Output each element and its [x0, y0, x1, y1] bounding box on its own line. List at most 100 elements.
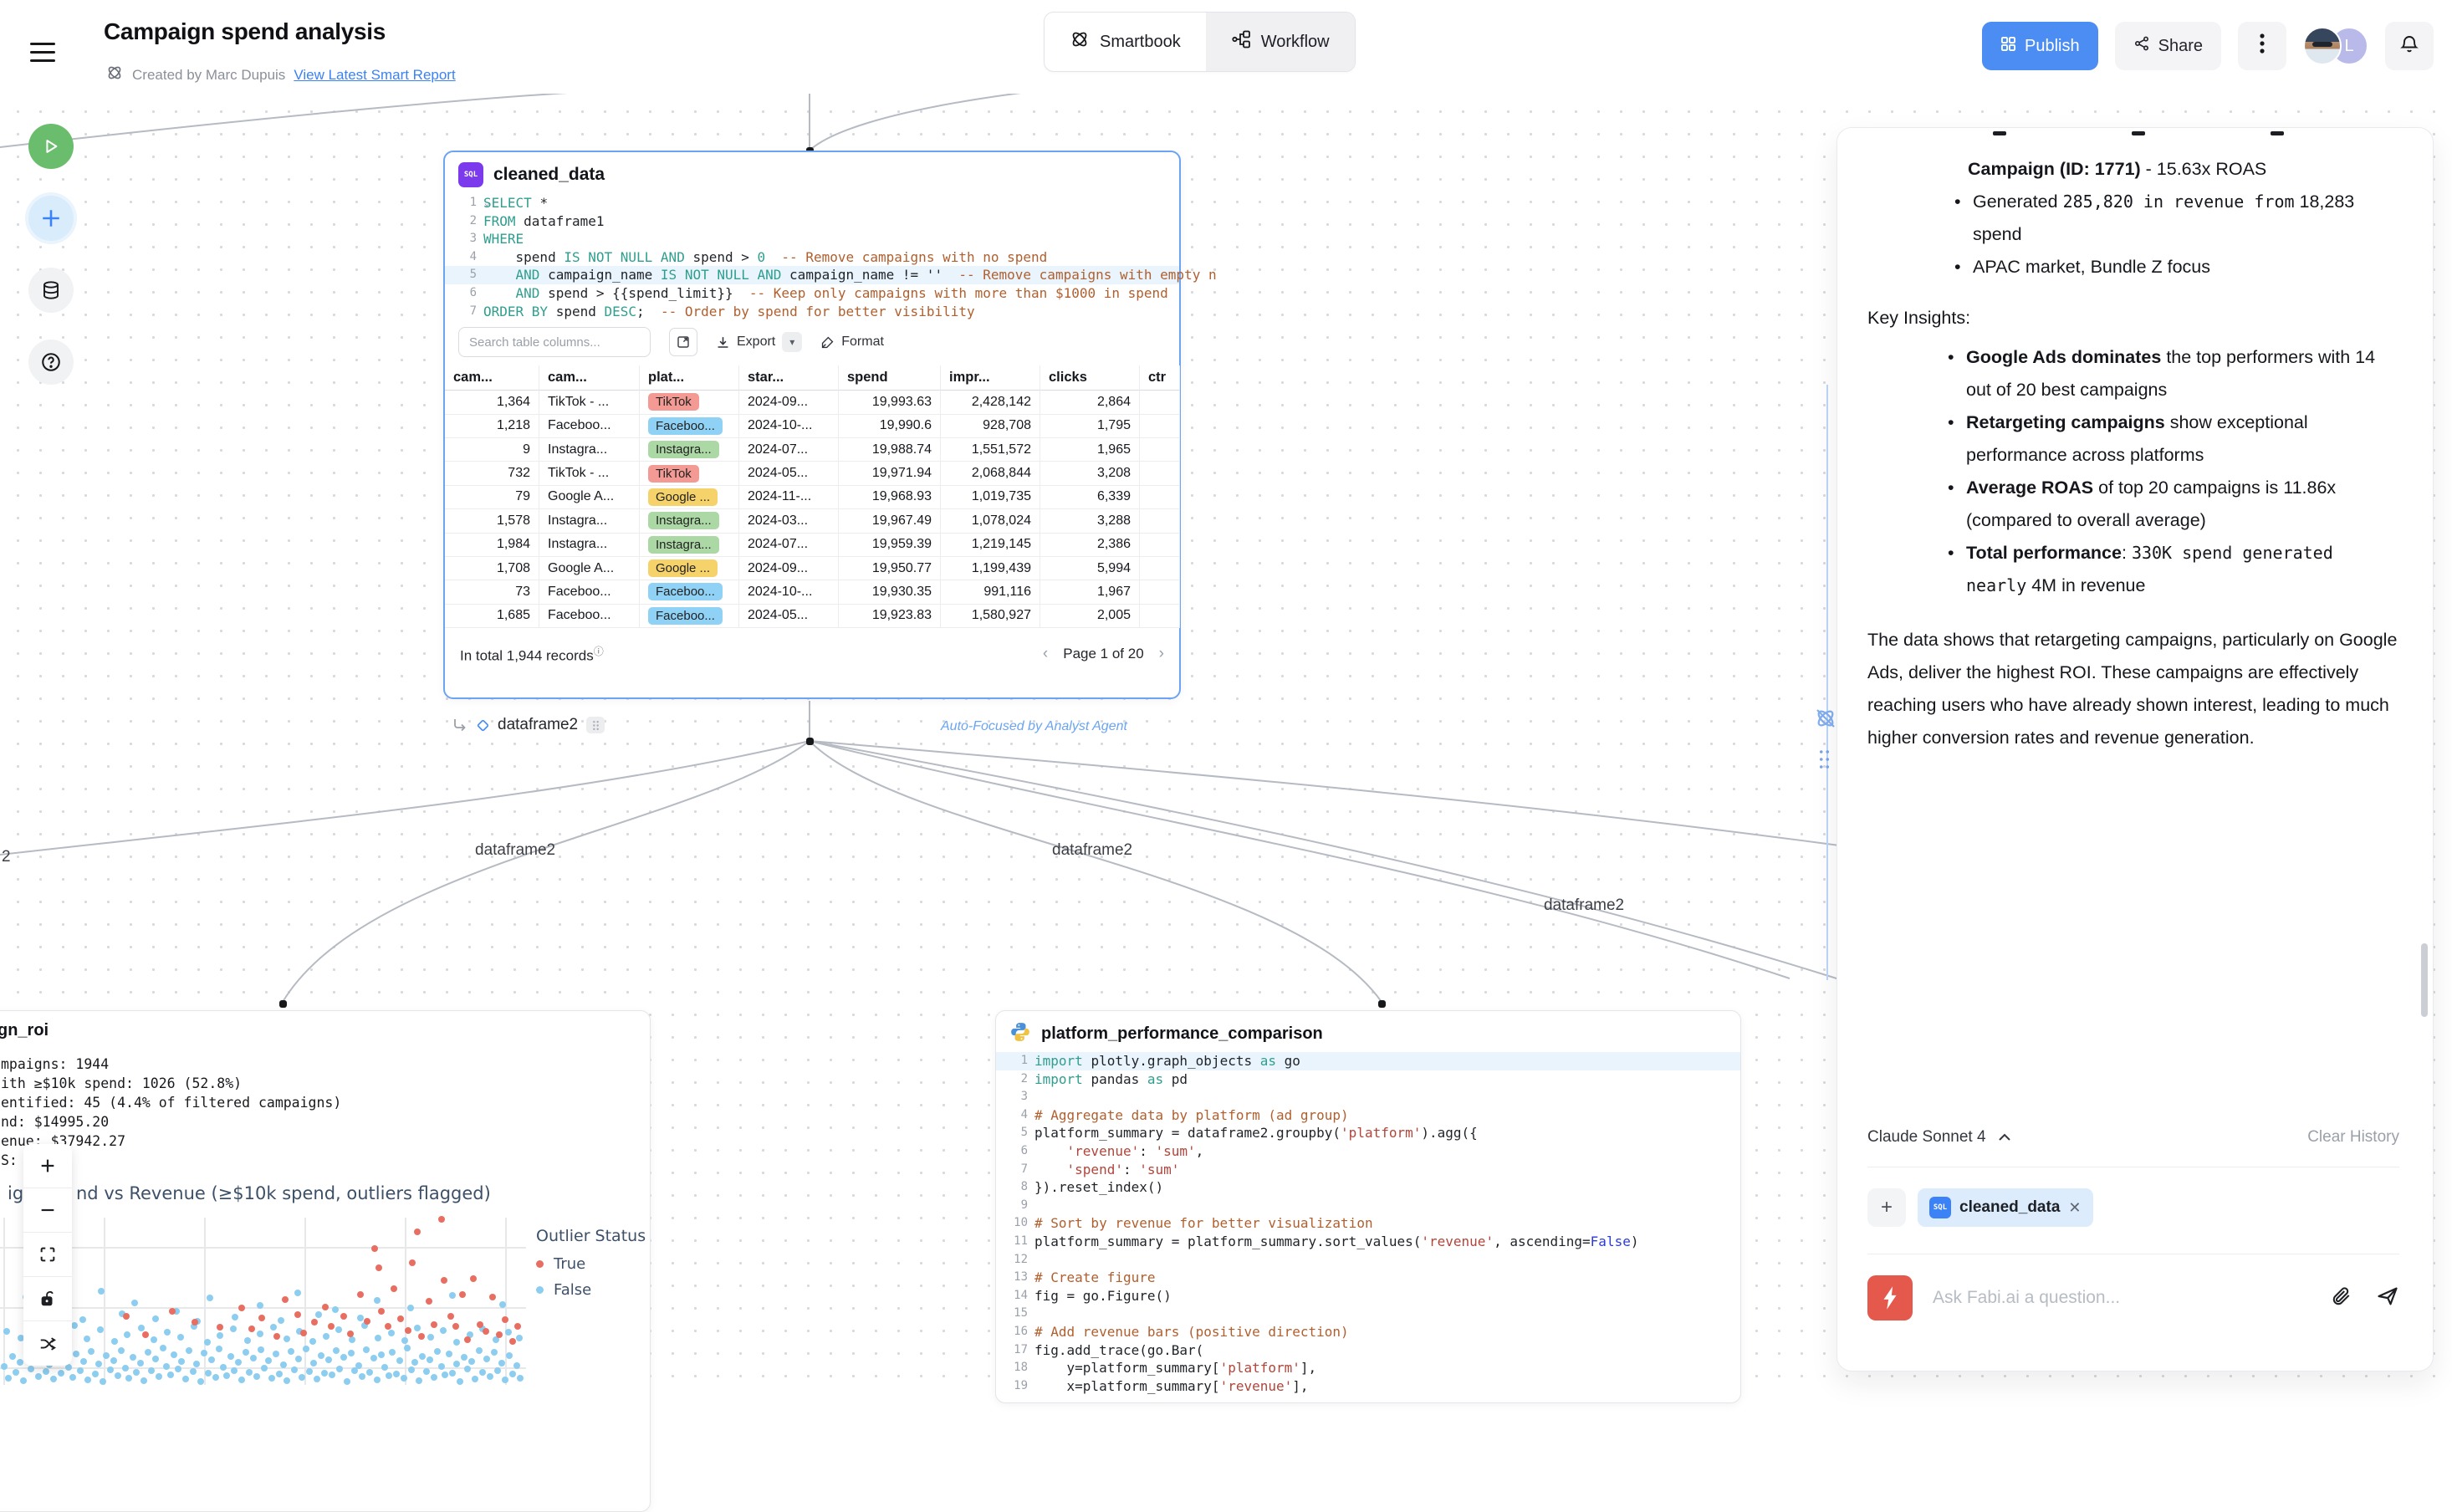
table-cell: Instagra... — [539, 534, 640, 557]
hamburger-menu-button[interactable] — [30, 37, 64, 67]
column-header[interactable]: star... — [739, 365, 839, 391]
expand-table-icon[interactable] — [669, 328, 697, 356]
table-cell: Faceboo... — [640, 415, 739, 438]
node-handle-roi[interactable] — [279, 1000, 287, 1008]
data-sources-button[interactable] — [28, 268, 74, 313]
sidebar-resize-line[interactable] — [1826, 385, 1828, 980]
drag-grip-icon[interactable] — [586, 717, 605, 733]
zoom-out-button[interactable] — [23, 1188, 72, 1233]
sidebar-drag-grip-icon[interactable] — [1818, 749, 1831, 774]
share-button[interactable]: Share — [2115, 22, 2221, 70]
tab-smartbook[interactable]: Smartbook — [1045, 13, 1206, 71]
zoom-in-button[interactable] — [23, 1144, 72, 1188]
table-cell: 1,578 — [445, 509, 539, 533]
sql-code-editor[interactable]: 1⌄SELECT *2FROM dataframe13WHERE4 spend … — [445, 194, 1179, 320]
scatter-point-false — [133, 1369, 140, 1376]
campaign-heading-line: Campaign (ID: 1771) - 15.63x ROAS — [1968, 153, 2399, 186]
python-icon — [1009, 1021, 1031, 1047]
scatter-point-false — [487, 1373, 493, 1380]
python-cell-card-campaign-roi[interactable]: gn_roi mpaigns: 1944ith ≥$10k spend: 102… — [0, 1010, 651, 1512]
platform-badge: Instagra... — [648, 441, 719, 458]
auto-layout-button[interactable] — [23, 1321, 72, 1366]
scatter-point-false — [449, 1370, 456, 1377]
add-cell-button[interactable] — [28, 196, 74, 241]
legend-item-true[interactable]: True — [536, 1255, 646, 1273]
column-header[interactable]: clicks — [1040, 365, 1140, 391]
analyst-chat-panel: Campaign (ID: 1771) - 15.63x ROAS Genera… — [1836, 127, 2434, 1372]
table-cell: 1,967 — [1040, 580, 1140, 604]
table-cell: 1,795 — [1040, 415, 1140, 438]
run-all-button[interactable] — [28, 124, 74, 169]
scatter-point-false — [171, 1351, 177, 1358]
add-context-button[interactable]: + — [1867, 1188, 1906, 1227]
sidebar-scrollbar-thumb[interactable] — [2421, 943, 2428, 1017]
column-header[interactable]: spend — [839, 365, 941, 391]
sql-chip-icon: SQL — [1929, 1197, 1951, 1218]
search-columns-input[interactable]: Search table columns... — [458, 327, 651, 357]
fit-view-button[interactable] — [23, 1233, 72, 1277]
view-smart-report-link[interactable]: View Latest Smart Report — [294, 67, 455, 84]
clear-history-button[interactable]: Clear History — [2307, 1128, 2399, 1147]
more-options-button[interactable] — [2238, 22, 2286, 70]
scatter-point-false — [1, 1363, 8, 1370]
scatter-point-true — [364, 1318, 370, 1325]
result-table[interactable]: cam...cam...plat...star...spendimpr...cl… — [445, 365, 1179, 628]
user-avatar-photo[interactable] — [2303, 27, 2342, 65]
scatter-point-true — [238, 1305, 245, 1311]
python-cell-card-platform-performance[interactable]: platform_performance_comparison 1import … — [995, 1010, 1741, 1403]
scatter-point-false — [208, 1356, 215, 1363]
next-page-button[interactable]: › — [1159, 645, 1164, 663]
output-dataframe-label[interactable]: dataframe2 — [498, 716, 578, 734]
table-cell: 1,984 — [445, 534, 539, 557]
canvas-controls — [23, 1144, 72, 1366]
notifications-button[interactable] — [2385, 22, 2434, 70]
model-selector[interactable]: Claude Sonnet 4 — [1867, 1128, 2011, 1147]
scatter-point-true — [489, 1294, 496, 1300]
legend-label-false: False — [554, 1281, 591, 1299]
scatter-point-false — [9, 1353, 16, 1360]
scatter-point-false — [270, 1324, 277, 1331]
detach-smartbook-icon[interactable] — [1813, 706, 1838, 735]
model-name: Claude Sonnet 4 — [1867, 1128, 1986, 1147]
remove-context-icon[interactable]: ✕ — [2068, 1199, 2081, 1217]
scatter-plot[interactable] — [1, 1218, 526, 1385]
format-button[interactable]: Format — [820, 335, 884, 350]
column-header[interactable]: ctr — [1140, 365, 1180, 391]
export-chevron-icon[interactable]: ▾ — [782, 332, 802, 352]
chat-input[interactable]: Ask Fabi.ai a question... — [1933, 1288, 2311, 1308]
help-button[interactable] — [28, 340, 74, 385]
table-cell: 19,923.83 — [839, 605, 941, 628]
scatter-point-false — [163, 1363, 170, 1370]
scatter-point-false — [201, 1350, 207, 1356]
publish-button[interactable]: Publish — [1982, 22, 2098, 70]
python-code-editor[interactable]: 1import plotly.graph_objects as go2impor… — [996, 1052, 1740, 1395]
scatter-point-false — [513, 1362, 520, 1369]
legend-item-false[interactable]: False — [536, 1281, 646, 1299]
column-header[interactable]: cam... — [539, 365, 640, 391]
scatter-point-false — [295, 1356, 302, 1362]
context-chip-cleaned-data[interactable]: SQL cleaned_data ✕ — [1918, 1188, 2093, 1227]
scatter-point-false — [115, 1372, 121, 1379]
table-cell: 732 — [445, 462, 539, 485]
export-button[interactable]: Export ▾ — [716, 332, 802, 352]
scatter-point-false — [329, 1372, 335, 1378]
scatter-point-false — [375, 1335, 381, 1341]
lock-interactivity-button[interactable] — [23, 1277, 72, 1321]
tab-workflow[interactable]: Workflow — [1206, 13, 1355, 71]
node-handle-bottom[interactable] — [806, 738, 814, 745]
column-header[interactable]: cam... — [445, 365, 539, 391]
prev-page-button[interactable]: ‹ — [1043, 645, 1048, 663]
scatter-point-false — [357, 1315, 364, 1321]
sql-cell-card-cleaned-data[interactable]: SQL cleaned_data 1⌄SELECT *2FROM datafra… — [443, 151, 1181, 699]
scatter-point-true — [294, 1311, 301, 1318]
scatter-point-false — [506, 1352, 513, 1359]
scatter-point-false — [404, 1345, 411, 1351]
node-handle-platform[interactable] — [1378, 1000, 1386, 1008]
scatter-point-false — [315, 1311, 322, 1318]
column-header[interactable]: impr... — [941, 365, 1040, 391]
table-cell: Instagra... — [539, 438, 640, 462]
attachment-button[interactable] — [2331, 1285, 2352, 1311]
send-button[interactable] — [2376, 1285, 2399, 1312]
column-header[interactable]: plat... — [640, 365, 739, 391]
scatter-point-false — [204, 1339, 211, 1346]
